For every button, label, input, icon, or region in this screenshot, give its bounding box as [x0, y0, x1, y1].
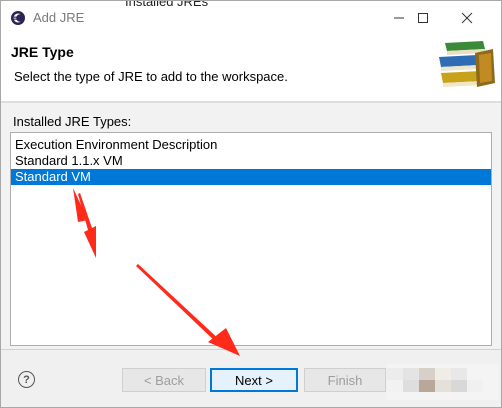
help-icon[interactable]: ? — [18, 371, 35, 388]
maximize-icon — [418, 13, 428, 23]
list-item-standard-vm[interactable]: Standard VM — [11, 169, 491, 185]
next-button[interactable]: Next > — [210, 368, 298, 392]
window-title: Add JRE — [33, 10, 85, 25]
eclipse-icon — [11, 11, 25, 25]
close-button[interactable] — [449, 6, 485, 30]
page-title: JRE Type — [11, 44, 74, 60]
back-button[interactable]: < Back — [122, 368, 206, 392]
title-bar: Add JRE Installed JREs — [1, 1, 501, 35]
button-bar: ? < Back Next > Finish — [1, 350, 501, 407]
close-icon — [461, 12, 473, 24]
wizard-header: JRE Type Select the type of JRE to add t… — [1, 35, 501, 101]
jre-types-label: Installed JRE Types: — [13, 114, 132, 129]
pixelated-mosaic — [387, 364, 499, 400]
books-stack-icon — [431, 39, 497, 95]
finish-button[interactable]: Finish — [304, 368, 386, 392]
maximize-button[interactable] — [405, 6, 441, 30]
add-jre-dialog: Add JRE Installed JREs JRE Type Select t… — [0, 0, 502, 408]
content-panel: Installed JRE Types: Execution Environme… — [1, 103, 501, 349]
list-item-standard-1-1-x-vm[interactable]: Standard 1.1.x VM — [11, 153, 491, 169]
background-window-text: Installed JREs — [125, 0, 209, 9]
list-item-execution-environment[interactable]: Execution Environment Description — [11, 137, 491, 153]
page-description: Select the type of JRE to add to the wor… — [14, 69, 288, 84]
jre-types-list[interactable]: Execution Environment Description Standa… — [10, 132, 492, 346]
minimize-icon — [394, 17, 404, 19]
